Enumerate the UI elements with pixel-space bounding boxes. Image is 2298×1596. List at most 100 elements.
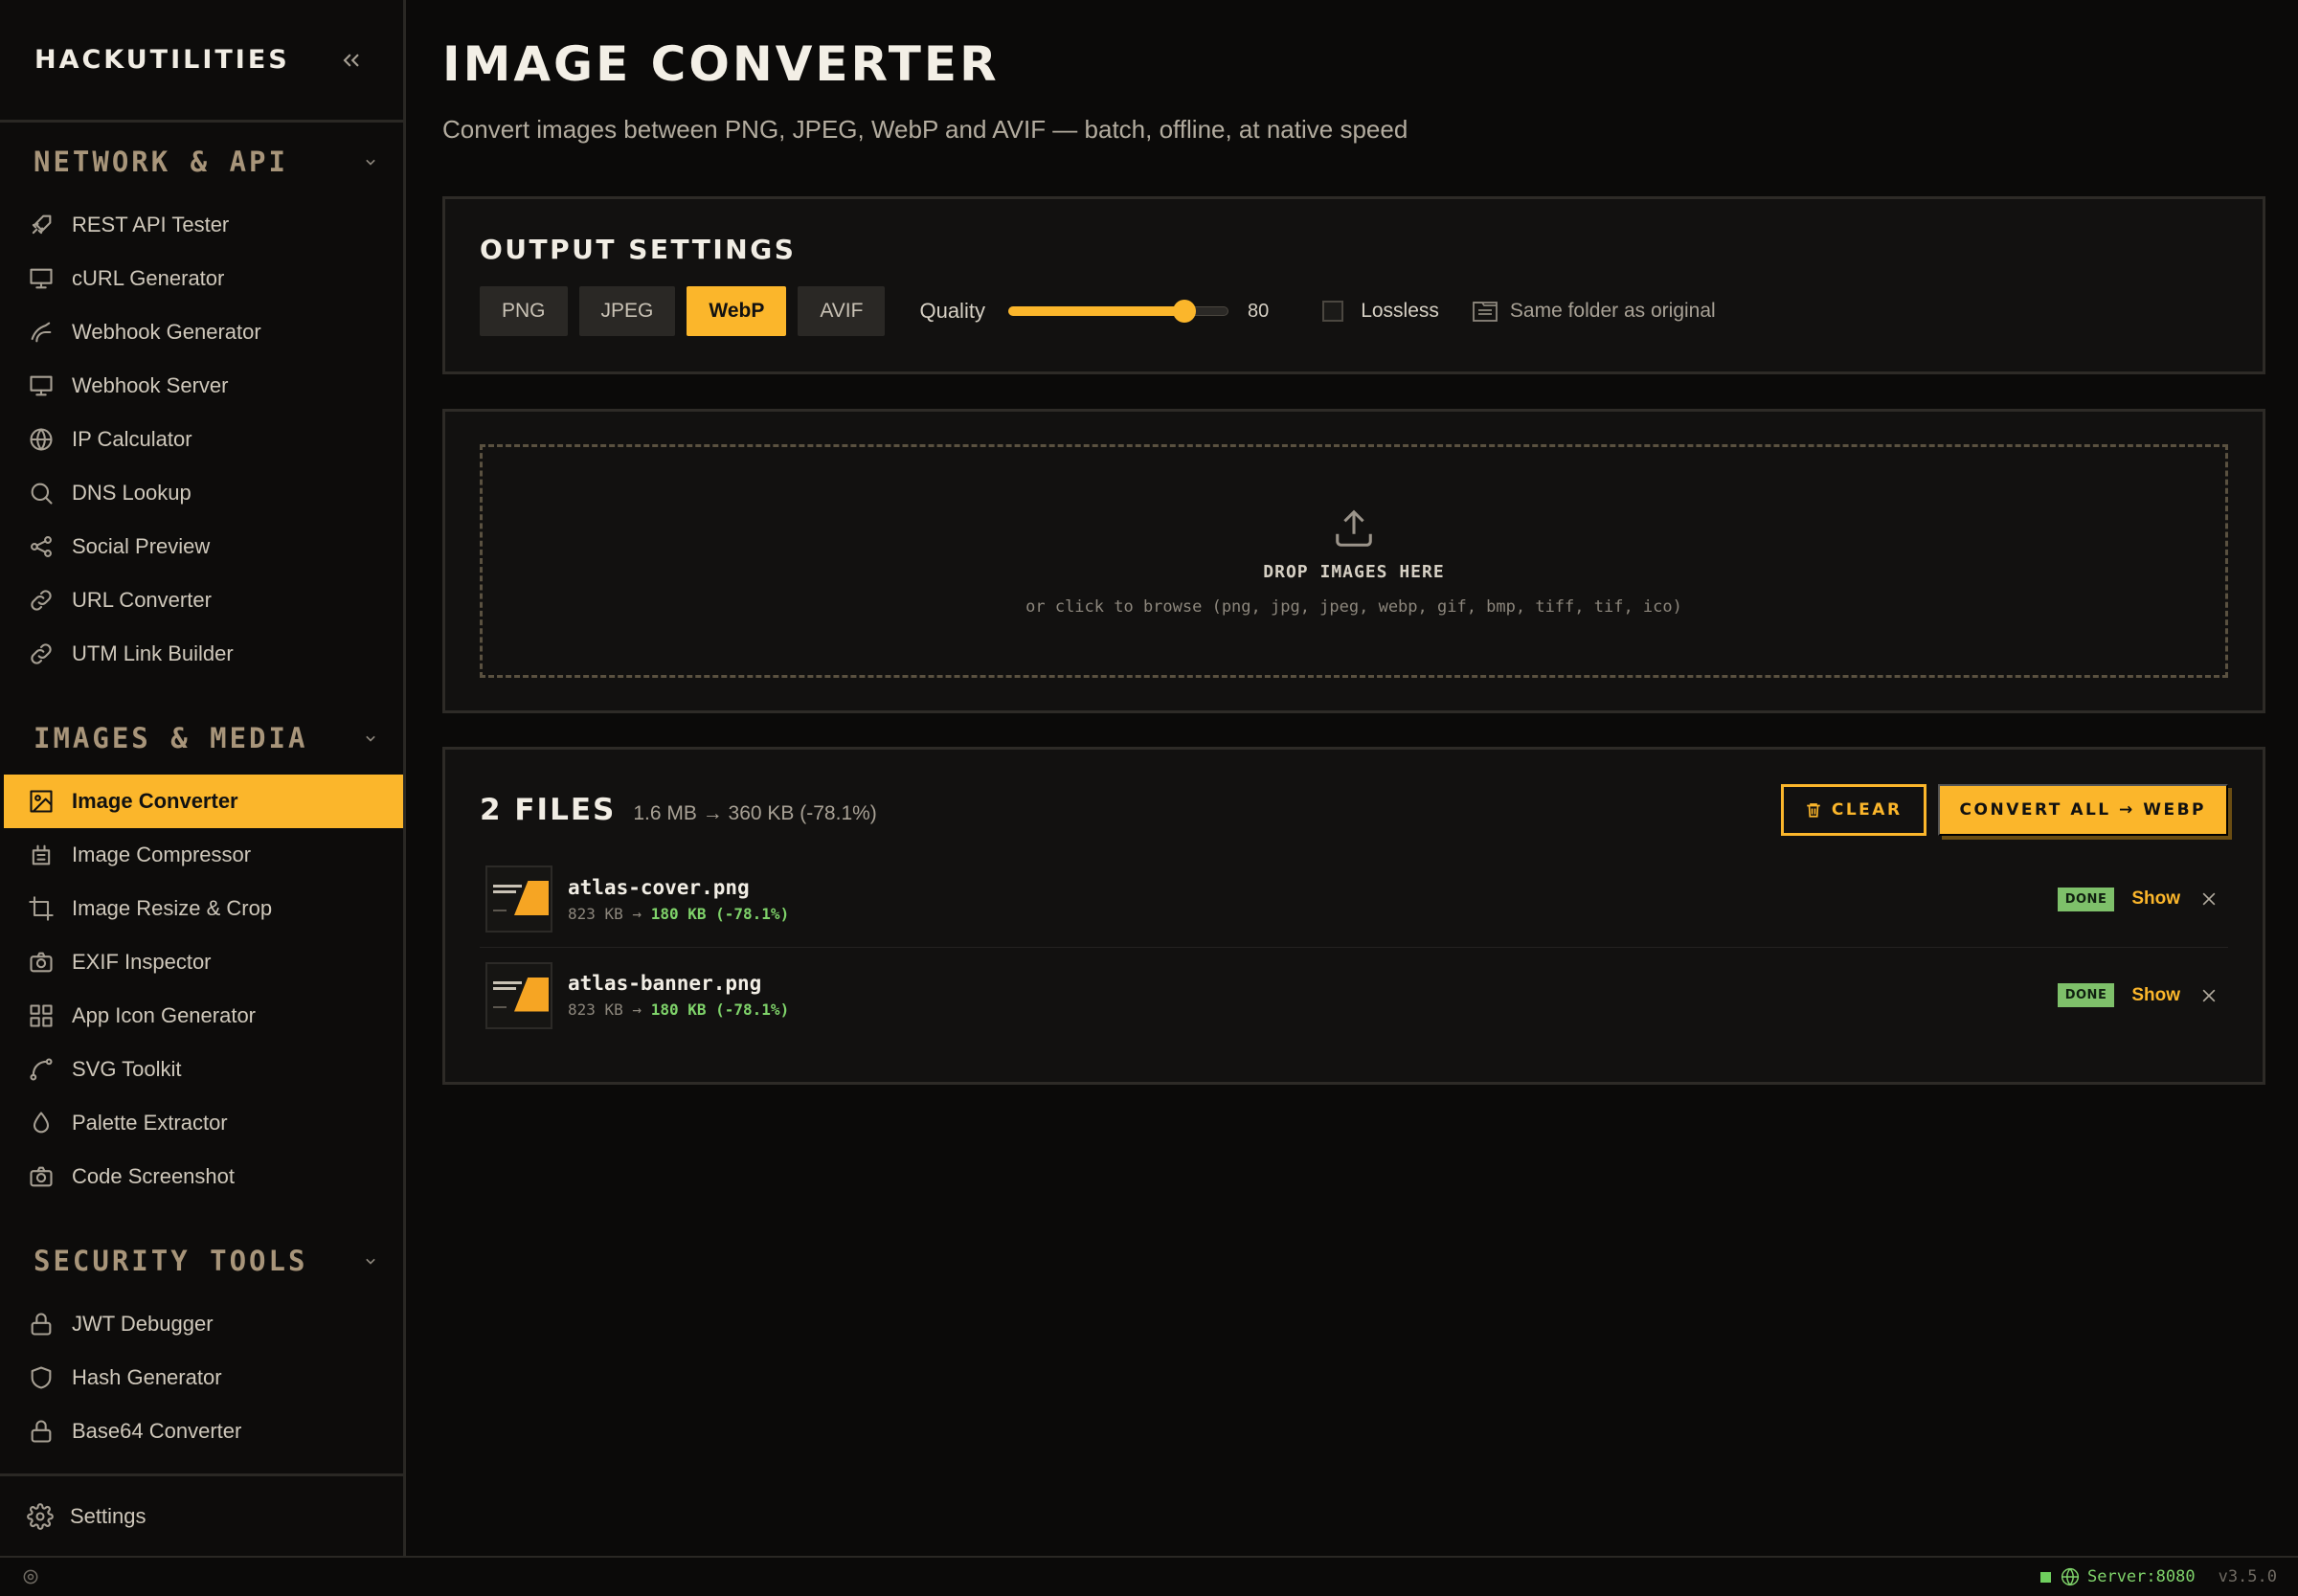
format-selector: PNG JPEG WebP AVIF xyxy=(480,286,896,336)
sidebar-item[interactable]: UTM Link Builder xyxy=(0,627,403,681)
share-icon xyxy=(31,536,52,557)
sidebar-item[interactable]: DNS Lookup xyxy=(0,466,403,520)
sidebar-item[interactable]: cURL Generator xyxy=(0,252,403,305)
sidebar-item-label: cURL Generator xyxy=(72,266,225,290)
show-file-link[interactable]: Show xyxy=(2131,888,2180,910)
main-content: IMAGE CONVERTER Convert images between P… xyxy=(442,0,2265,1085)
sidebar-item[interactable]: Webhook Generator xyxy=(0,305,403,359)
sidebar-item[interactable]: JWT Debugger xyxy=(0,1297,403,1351)
lossless-checkbox[interactable] xyxy=(1322,301,1344,322)
remove-file-button[interactable] xyxy=(2197,984,2220,1007)
convert-all-button[interactable]: CONVERT ALL → WEBP xyxy=(1937,784,2228,836)
remove-file-button[interactable] xyxy=(2197,888,2220,910)
section-header[interactable]: NETWORK & API xyxy=(0,125,403,198)
trash-icon xyxy=(1807,803,1820,818)
file-list: atlas-cover.png 823 KB → 180 KB (-78.1%)… xyxy=(480,851,2228,1043)
sidebar-item[interactable]: App Icon Generator xyxy=(0,989,403,1043)
server-status[interactable]: Server:8080 xyxy=(2087,1567,2196,1586)
output-settings-title: OUTPUT SETTINGS xyxy=(480,234,797,265)
quality-slider[interactable] xyxy=(1007,300,1228,323)
sidebar-item-settings[interactable]: Settings xyxy=(0,1473,403,1556)
quality-label: Quality xyxy=(919,299,985,323)
gear-icon[interactable] xyxy=(21,1567,40,1586)
quality-slider-fill xyxy=(1007,306,1184,316)
sidebar-item[interactable]: Palette Extractor xyxy=(0,1096,403,1150)
server-status-dot xyxy=(2039,1571,2051,1583)
format-button[interactable]: PNG xyxy=(480,286,568,336)
sidebar-item[interactable]: Certificate Inspector xyxy=(0,1458,403,1473)
sidebar-item-label: UTM Link Builder xyxy=(72,641,234,665)
chevrons-left-icon xyxy=(343,53,359,67)
link-icon xyxy=(31,590,52,611)
nav-icon-wrap xyxy=(27,1109,56,1137)
link-icon xyxy=(31,643,52,664)
format-button[interactable]: AVIF xyxy=(798,286,886,336)
app-version: v3.5.0 xyxy=(2218,1567,2277,1586)
nav-icon-wrap xyxy=(27,894,56,923)
crop-icon xyxy=(29,896,54,921)
camera-icon xyxy=(30,1166,53,1187)
sidebar-item[interactable]: SVG Toolkit xyxy=(0,1043,403,1096)
chevron-down-icon xyxy=(366,735,375,742)
sidebar-item[interactable]: Code Screenshot xyxy=(0,1150,403,1203)
sidebar-item[interactable]: Social Preview xyxy=(0,520,403,573)
brand-header: HACKUTILITIES xyxy=(0,0,403,123)
sidebar-item[interactable]: Image Resize & Crop xyxy=(0,882,403,935)
format-button[interactable]: JPEG xyxy=(578,286,676,336)
clear-label: CLEAR xyxy=(1831,800,1903,820)
brand-title: HACKUTILITIES xyxy=(34,45,290,75)
sidebar-item-label: App Icon Generator xyxy=(72,1003,257,1027)
sidebar-item[interactable]: Base64 Converter xyxy=(0,1405,403,1458)
files-header: 2 FILES 1.6 MB → 360 KB (-78.1%) CLEAR C… xyxy=(480,784,2228,836)
nav-icon-wrap xyxy=(27,318,56,347)
folder-icon xyxy=(1473,302,1498,322)
sidebar-item[interactable]: Webhook Server xyxy=(0,359,403,413)
section-title: SECURITY TOOLS xyxy=(34,1245,308,1277)
file-converted-size: 180 KB (-78.1%) xyxy=(650,1000,790,1019)
upload-icon xyxy=(1336,509,1372,547)
rocket-icon xyxy=(32,214,52,235)
sidebar-item-label: Image Converter xyxy=(72,789,238,813)
sidebar-item-label: Webhook Generator xyxy=(72,320,261,344)
image-dropzone[interactable]: DROP IMAGES HERE or click to browse (png… xyxy=(480,444,2228,678)
section-header[interactable]: IMAGES & MEDIA xyxy=(0,702,403,775)
chevron-down-icon xyxy=(366,159,375,166)
section-title: NETWORK & API xyxy=(34,146,288,178)
sidebar-item[interactable]: URL Converter xyxy=(0,573,403,627)
files-count: 2 FILES xyxy=(480,793,617,827)
section-header[interactable]: SECURITY TOOLS xyxy=(0,1225,403,1297)
sidebar-nav: NETWORK & API REST API Tester cURL Gener… xyxy=(0,125,403,1473)
nav-icon-wrap xyxy=(27,1310,56,1338)
droplet-icon xyxy=(33,1112,50,1134)
output-folder-button[interactable]: Same folder as original xyxy=(1472,299,1716,324)
show-file-link[interactable]: Show xyxy=(2131,985,2180,1006)
sidebar-item[interactable]: Hash Generator xyxy=(0,1351,403,1405)
sidebar-item-label: Image Resize & Crop xyxy=(72,896,273,920)
nav-icon-wrap xyxy=(27,1417,56,1446)
close-icon xyxy=(2202,892,2216,906)
file-thumbnail xyxy=(485,961,552,1029)
files-panel: 2 FILES 1.6 MB → 360 KB (-78.1%) CLEAR C… xyxy=(442,747,2265,1085)
sidebar-item-label: DNS Lookup xyxy=(72,481,192,505)
clear-button[interactable]: CLEAR xyxy=(1780,784,1926,836)
files-summary: 1.6 MB → 360 KB (-78.1%) xyxy=(633,802,877,824)
file-original-size: 823 KB → xyxy=(568,904,642,923)
sidebar-item[interactable]: IP Calculator xyxy=(0,413,403,466)
nav-icon-wrap xyxy=(27,425,56,454)
nav-icon-wrap xyxy=(27,1001,56,1030)
sidebar: HACKUTILITIES NETWORK & API REST API Tes… xyxy=(0,0,406,1556)
quality-slider-thumb[interactable] xyxy=(1172,300,1196,323)
file-original-size: 823 KB → xyxy=(568,1000,642,1019)
file-converted-size: 180 KB (-78.1%) xyxy=(650,904,790,923)
sidebar-item[interactable]: REST API Tester xyxy=(0,198,403,252)
format-button[interactable]: WebP xyxy=(687,286,787,336)
bezier-icon xyxy=(30,1058,53,1081)
collapse-sidebar-button[interactable] xyxy=(334,43,369,78)
sidebar-item[interactable]: EXIF Inspector xyxy=(0,935,403,989)
sidebar-item[interactable]: Image Compressor xyxy=(0,828,403,882)
sidebar-item-label: Image Compressor xyxy=(72,843,252,866)
lossless-label: Lossless xyxy=(1361,300,1439,322)
sidebar-item-label: Hash Generator xyxy=(72,1365,222,1389)
sidebar-item[interactable]: Image Converter xyxy=(4,775,403,828)
